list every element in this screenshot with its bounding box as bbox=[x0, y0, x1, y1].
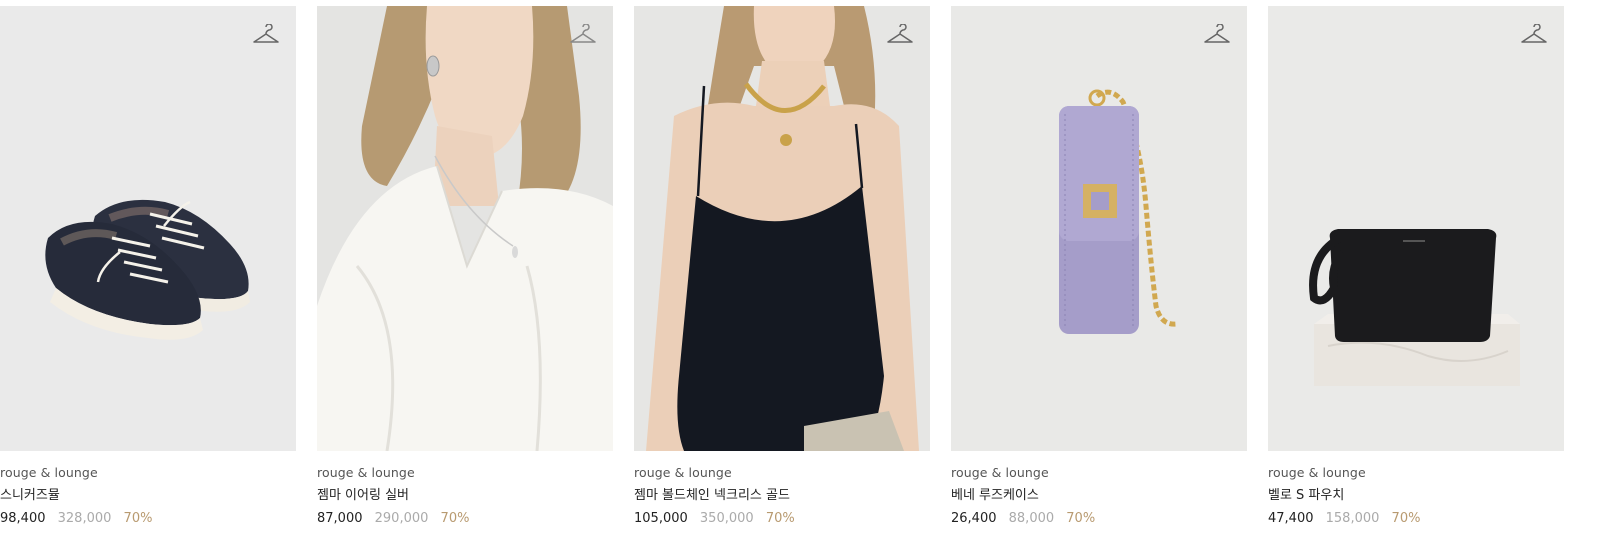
original-price: 350,000 bbox=[699, 511, 754, 526]
product-image[interactable] bbox=[634, 6, 930, 451]
product-brand[interactable]: rouge & lounge bbox=[317, 464, 613, 482]
hanger-icon[interactable] bbox=[569, 24, 597, 46]
necklace-model-image bbox=[634, 6, 930, 451]
original-price: 328,000 bbox=[57, 511, 112, 526]
product-card[interactable]: rouge & lounge 젬마 이어링 실버 87,000 290,000 … bbox=[317, 6, 613, 528]
product-prices: 105,000 350,000 70% bbox=[634, 510, 930, 528]
product-brand[interactable]: rouge & lounge bbox=[634, 464, 930, 482]
product-name[interactable]: 젬마 볼드체인 넥크리스 골드 bbox=[634, 487, 930, 505]
product-brand[interactable]: rouge & lounge bbox=[1268, 464, 1564, 482]
product-name[interactable]: 스니커즈뮬 bbox=[0, 487, 296, 505]
sale-price: 87,000 bbox=[317, 511, 363, 526]
product-prices: 87,000 290,000 70% bbox=[317, 510, 613, 528]
product-card[interactable]: rouge & lounge 벨로 S 파우치 47,400 158,000 7… bbox=[1268, 6, 1564, 528]
discount-rate: 70% bbox=[1391, 511, 1421, 526]
discount-rate: 70% bbox=[440, 511, 470, 526]
product-card[interactable]: rouge & lounge 베네 루즈케이스 26,400 88,000 70… bbox=[951, 6, 1247, 528]
product-brand[interactable]: rouge & lounge bbox=[951, 464, 1247, 482]
lipstick-case-image bbox=[951, 6, 1247, 451]
discount-rate: 70% bbox=[123, 511, 153, 526]
product-prices: 47,400 158,000 70% bbox=[1268, 510, 1564, 528]
hanger-icon[interactable] bbox=[886, 24, 914, 46]
product-grid: rouge & lounge 스니커즈뮬 98,400 328,000 70% bbox=[0, 0, 1605, 535]
pouch-image bbox=[1268, 6, 1564, 451]
product-card[interactable]: rouge & lounge 스니커즈뮬 98,400 328,000 70% bbox=[0, 6, 296, 528]
sneaker-mule-image bbox=[0, 6, 296, 451]
discount-rate: 70% bbox=[1066, 511, 1096, 526]
sale-price: 47,400 bbox=[1268, 511, 1314, 526]
product-image[interactable] bbox=[317, 6, 613, 451]
product-prices: 26,400 88,000 70% bbox=[951, 510, 1247, 528]
hanger-icon[interactable] bbox=[1520, 24, 1548, 46]
original-price: 158,000 bbox=[1325, 511, 1380, 526]
product-brand[interactable]: rouge & lounge bbox=[0, 464, 296, 482]
product-image[interactable] bbox=[1268, 6, 1564, 451]
original-price: 290,000 bbox=[374, 511, 429, 526]
original-price: 88,000 bbox=[1008, 511, 1055, 526]
product-prices: 98,400 328,000 70% bbox=[0, 510, 296, 528]
hanger-icon[interactable] bbox=[1203, 24, 1231, 46]
product-image[interactable] bbox=[0, 6, 296, 451]
sale-price: 26,400 bbox=[951, 511, 997, 526]
sale-price: 105,000 bbox=[634, 511, 688, 526]
discount-rate: 70% bbox=[765, 511, 795, 526]
hanger-icon[interactable] bbox=[252, 24, 280, 46]
sale-price: 98,400 bbox=[0, 511, 46, 526]
product-image[interactable] bbox=[951, 6, 1247, 451]
product-name[interactable]: 젬마 이어링 실버 bbox=[317, 487, 613, 505]
product-name[interactable]: 벨로 S 파우치 bbox=[1268, 487, 1564, 505]
earring-model-image bbox=[317, 6, 613, 451]
product-name[interactable]: 베네 루즈케이스 bbox=[951, 487, 1247, 505]
product-card[interactable]: rouge & lounge 젬마 볼드체인 넥크리스 골드 105,000 3… bbox=[634, 6, 930, 528]
